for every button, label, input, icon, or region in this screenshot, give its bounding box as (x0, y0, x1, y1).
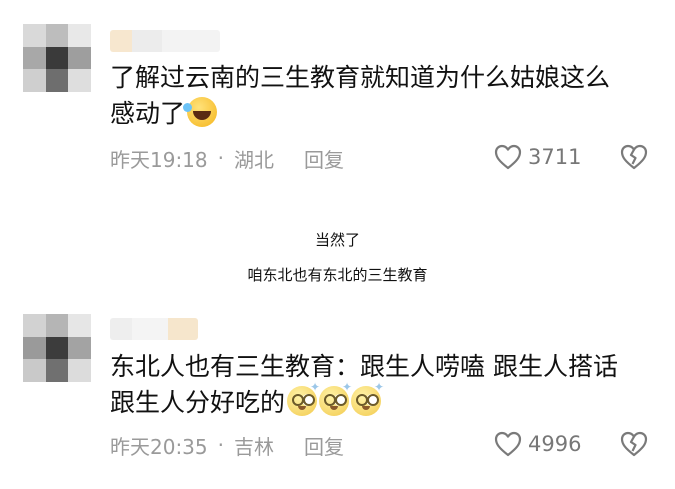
heart-outline-icon (494, 144, 522, 170)
dizzy-face-emoji-icon: ✦ (351, 381, 384, 416)
meta-separator: · (217, 433, 224, 457)
like-button[interactable]: 3711 (494, 144, 581, 170)
comment-text-line2: 感动了 (110, 99, 186, 128)
username-blurred[interactable] (110, 30, 220, 52)
dislike-button[interactable] (620, 144, 648, 174)
laughing-tears-emoji-icon (183, 97, 218, 127)
comment-text-line1: 了解过云南的三生教育就知道为什么姑娘这么 (110, 63, 611, 92)
comment-time: 昨天19:18 (110, 147, 208, 172)
comment-location: 湖北 (234, 147, 274, 172)
dislike-button[interactable] (620, 431, 648, 461)
comment-text-line1: 东北人也有三生教育：跟生人唠嗑 跟生人搭话 (110, 352, 618, 381)
avatar[interactable] (23, 314, 91, 382)
comment-1: 了解过云南的三生教育就知道为什么姑娘这么 感动了 昨天19:18 · 湖北 回复… (0, 0, 675, 200)
avatar[interactable] (23, 24, 91, 92)
like-count: 4996 (528, 432, 582, 456)
reply-button[interactable]: 回复 (304, 144, 344, 173)
like-button[interactable]: 4996 (494, 431, 581, 457)
caption-line2: 咱东北也有东北的三生教育 (247, 266, 428, 284)
caption-line1: 当然了 (314, 231, 360, 249)
comment-time: 昨天20:35 (110, 434, 208, 459)
heart-outline-icon (494, 431, 522, 457)
comment-location: 吉林 (234, 434, 274, 459)
like-count: 3711 (528, 145, 582, 169)
dizzy-face-emoji-icon: ✦ (287, 381, 320, 416)
comment-text: 东北人也有三生教育：跟生人唠嗑 跟生人搭话 跟生人分好吃的 ✦ ✦ ✦ (110, 349, 660, 421)
comment-2: 东北人也有三生教育：跟生人唠嗑 跟生人搭话 跟生人分好吃的 ✦ ✦ ✦ 昨天20:35… (0, 300, 675, 489)
dizzy-face-emoji-icon: ✦ (319, 381, 352, 416)
comment-text: 了解过云南的三生教育就知道为什么姑娘这么 感动了 (110, 60, 660, 132)
meta-separator: · (217, 146, 224, 170)
broken-heart-icon (620, 431, 648, 457)
reply-button[interactable]: 回复 (304, 431, 344, 460)
username-blurred[interactable] (110, 318, 198, 340)
comment-text-line2: 跟生人分好吃的 (110, 388, 286, 417)
broken-heart-icon (620, 144, 648, 170)
